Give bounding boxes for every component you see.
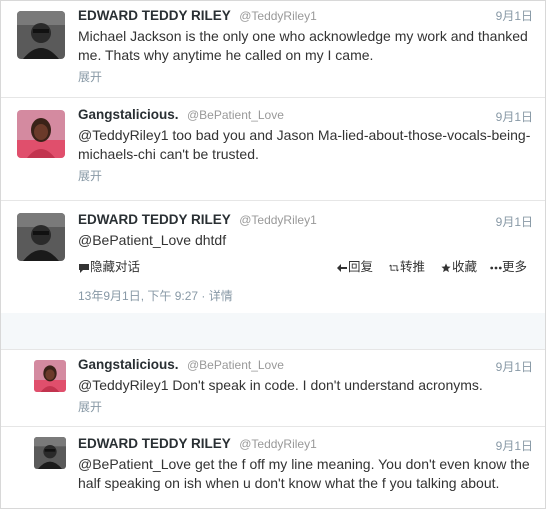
timeline-frame: EDWARD TEDDY RILEY @TeddyRiley1 9月1日 Mic… [0,0,546,509]
tweet-text: @TeddyRiley1 too bad you and Jason Ma-li… [78,127,531,162]
tweet-3-expanded[interactable]: EDWARD TEDDY RILEY @TeddyRiley1 9月1日 @Be… [1,201,545,313]
retweet-action[interactable]: 转推 [388,256,425,275]
author-username[interactable]: @BePatient_Love [187,108,284,122]
tweet-time[interactable]: 9月1日 [496,7,533,25]
tweet-2[interactable]: Gangstalicious. @BePatient_Love 9月1日 @Te… [1,98,545,201]
expand-link[interactable]: 展开 [78,398,533,415]
tweet-timestamp-line: 13年9月1日, 下午 9:27 · 详情 [78,287,233,304]
star-icon [441,263,451,272]
author-fullname[interactable]: Gangstalicious. [78,107,179,122]
more-action[interactable]: 更多 [490,256,527,275]
reply-arrow-icon [337,263,347,272]
author-username[interactable]: @TeddyRiley1 [239,213,317,227]
tweet-text: @BePatient_Love dhtdf [78,232,227,248]
hide-conversation-label: 隐藏对话 [90,260,141,274]
author-username[interactable]: @BePatient_Love [187,358,284,372]
speech-bubble-icon [79,263,89,273]
tweet-time[interactable]: 9月1日 [496,358,533,376]
tweet-text: Michael Jackson is the only one who ackn… [78,28,528,63]
more-label: 更多 [502,260,528,274]
tweet-time[interactable]: 9月1日 [496,108,533,126]
author-fullname[interactable]: EDWARD TEDDY RILEY [78,436,231,451]
favorite-action[interactable]: 收藏 [440,256,477,275]
conversation-divider [1,313,545,350]
retweet-label: 转推 [400,260,426,274]
avatar-gangstalicious[interactable] [34,360,66,392]
tweet-time[interactable]: 9月1日 [496,437,533,455]
tweet-1[interactable]: EDWARD TEDDY RILEY @TeddyRiley1 9月1日 Mic… [1,1,545,98]
favorite-label: 收藏 [452,260,478,274]
author-fullname[interactable]: EDWARD TEDDY RILEY [78,212,231,227]
retweet-icon [388,264,400,272]
expand-link[interactable]: 展开 [78,68,533,85]
reply-label: 回复 [348,260,374,274]
author-fullname[interactable]: Gangstalicious. [78,357,179,372]
details-link[interactable]: · 详情 [201,289,232,303]
tweet-time[interactable]: 9月1日 [496,213,533,231]
ellipsis-icon [490,266,502,270]
tweet-text: @BePatient_Love get the f off my line me… [78,456,530,491]
tweet-actions: 隐藏对话 回复 转推 收藏 更多 [78,254,533,276]
tweet-5-reply[interactable]: EDWARD TEDDY RILEY @TeddyRiley1 9月1日 @Be… [1,427,545,508]
author-fullname[interactable]: EDWARD TEDDY RILEY [78,8,231,23]
avatar-teddy-riley[interactable] [17,11,65,59]
hide-conversation-link[interactable]: 隐藏对话 [78,256,140,275]
tweet-4-reply[interactable]: Gangstalicious. @BePatient_Love 9月1日 @Te… [1,350,545,427]
tweet-text: @TeddyRiley1 Don't speak in code. I don'… [78,377,483,393]
author-username[interactable]: @TeddyRiley1 [239,9,317,23]
full-timestamp[interactable]: 13年9月1日, 下午 9:27 [78,289,198,303]
avatar-teddy-riley[interactable] [34,437,66,469]
reply-action[interactable]: 回复 [336,256,373,275]
avatar-gangstalicious[interactable] [17,110,65,158]
author-username[interactable]: @TeddyRiley1 [239,437,317,451]
expand-link[interactable]: 展开 [78,167,533,184]
avatar-teddy-riley[interactable] [17,213,65,261]
